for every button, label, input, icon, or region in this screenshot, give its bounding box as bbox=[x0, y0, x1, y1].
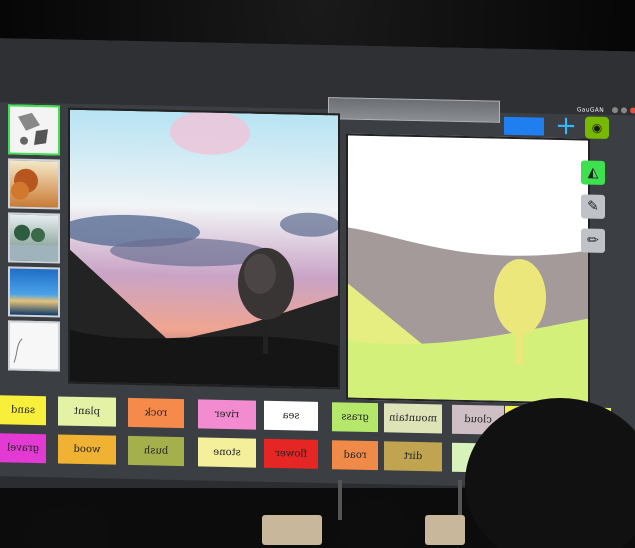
label-river[interactable]: river bbox=[198, 399, 256, 430]
brush-icon[interactable]: ✎ bbox=[581, 194, 605, 219]
style-thumbnail[interactable] bbox=[8, 104, 60, 156]
label-flower[interactable]: flower bbox=[264, 438, 318, 469]
abstract-icon bbox=[10, 106, 58, 154]
segmentation-canvas[interactable] bbox=[346, 133, 590, 405]
label-grass[interactable]: grass bbox=[332, 402, 378, 433]
upload-button[interactable] bbox=[504, 116, 544, 136]
title-bar bbox=[0, 38, 635, 116]
projection-photo: GauGAN + ◉ ◭ ✎ ✏ sand plant rock river s… bbox=[0, 0, 635, 548]
app-title: GauGAN bbox=[576, 106, 604, 114]
label-plant[interactable]: plant bbox=[58, 396, 116, 427]
label-mountain[interactable]: mountain bbox=[384, 403, 442, 434]
label-rock[interactable]: rock bbox=[128, 397, 184, 429]
stand-pole bbox=[338, 480, 342, 520]
style-thumbnail-list bbox=[0, 102, 62, 380]
chair-back bbox=[425, 515, 465, 545]
generated-image-canvas bbox=[68, 107, 340, 390]
close-icon[interactable] bbox=[630, 107, 635, 114]
chair-back bbox=[262, 515, 322, 545]
style-thumbnail[interactable] bbox=[8, 212, 60, 264]
style-thumbnail[interactable] bbox=[8, 320, 60, 372]
file-path-field[interactable] bbox=[328, 97, 500, 123]
maximize-icon[interactable] bbox=[621, 107, 627, 114]
style-thumbnail[interactable] bbox=[8, 158, 60, 210]
stand-pole bbox=[458, 480, 462, 520]
label-gravel[interactable]: gravel bbox=[0, 433, 46, 464]
generated-landscape-image bbox=[68, 109, 340, 388]
label-bush[interactable]: bush bbox=[128, 435, 184, 467]
pencil-icon[interactable]: ✏ bbox=[581, 228, 605, 253]
minimize-icon[interactable] bbox=[612, 107, 618, 114]
segmentation-map bbox=[348, 135, 588, 403]
label-dirt[interactable]: dirt bbox=[384, 441, 442, 472]
label-sea[interactable]: sea bbox=[264, 400, 318, 431]
paint-bucket-icon[interactable]: ◭ bbox=[581, 160, 605, 185]
style-thumbnail[interactable] bbox=[8, 266, 60, 318]
label-road[interactable]: road bbox=[332, 440, 378, 471]
add-icon[interactable]: + bbox=[555, 111, 577, 141]
label-sand[interactable]: sand bbox=[0, 395, 46, 426]
label-wood[interactable]: wood bbox=[58, 434, 116, 465]
nvidia-eye-icon[interactable]: ◉ bbox=[585, 116, 609, 140]
label-stone[interactable]: stone bbox=[198, 437, 256, 468]
